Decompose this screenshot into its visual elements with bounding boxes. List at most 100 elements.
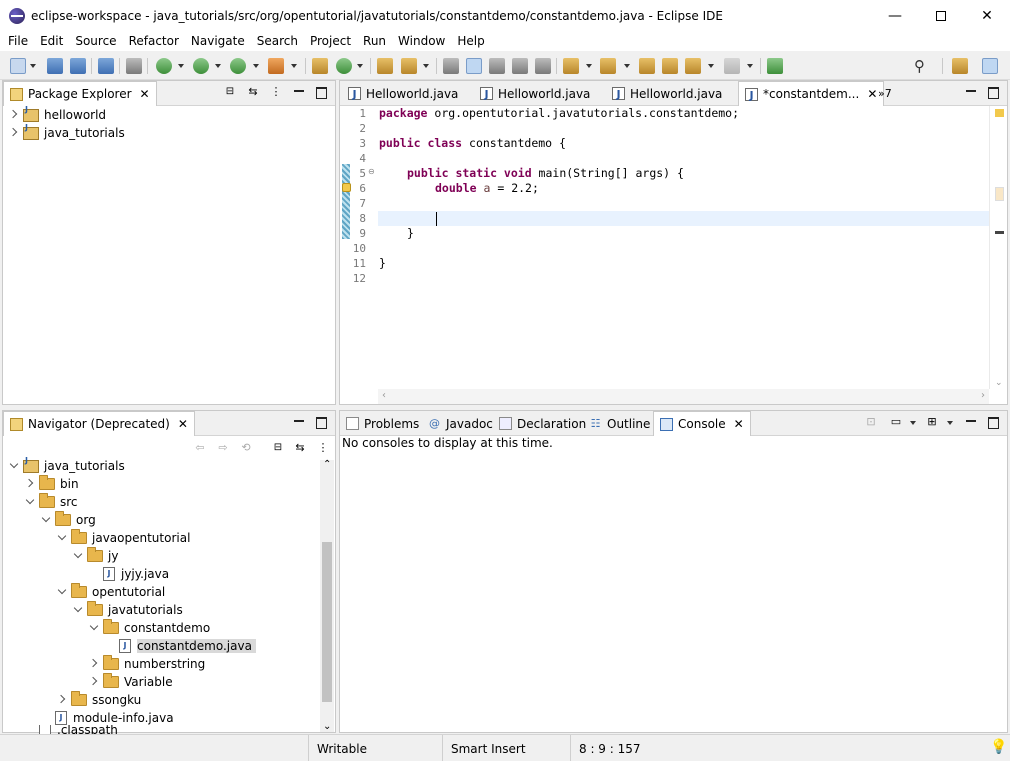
vertical-scrollbar[interactable]: ⌃ ⌄: [320, 459, 334, 732]
tab-helloworld-3[interactable]: J Helloworld.java: [606, 81, 728, 106]
tree-item[interactable]: javatutorials: [73, 601, 183, 619]
display-console-dropdown-icon[interactable]: [910, 421, 916, 425]
save-all-icon[interactable]: [70, 58, 86, 74]
scroll-right-icon[interactable]: ›: [981, 390, 985, 401]
search-tool-dropdown-icon[interactable]: [423, 64, 429, 68]
previous-annotation-icon[interactable]: [600, 58, 616, 74]
tree-item-java-tutorials[interactable]: java_tutorials: [9, 123, 125, 142]
forward-dropdown-icon[interactable]: [747, 64, 753, 68]
occurrence-marker[interactable]: [995, 187, 1004, 201]
run-dropdown-icon[interactable]: [215, 64, 221, 68]
maximize-view-icon[interactable]: [986, 415, 1000, 429]
new-package-icon[interactable]: [312, 58, 328, 74]
chevron-right-icon[interactable]: [57, 695, 67, 705]
chevron-down-icon[interactable]: [25, 497, 35, 507]
menu-search[interactable]: Search: [251, 34, 304, 48]
tab-problems[interactable]: Problems: [340, 411, 425, 436]
scroll-left-icon[interactable]: ‹: [382, 390, 386, 401]
chevron-down-icon[interactable]: [57, 587, 67, 597]
tree-item[interactable]: .classpath: [25, 725, 118, 734]
minimize-button[interactable]: —: [872, 0, 918, 31]
pin-console-icon[interactable]: ⊡: [864, 415, 878, 429]
search-icon[interactable]: ⚲: [914, 58, 925, 74]
open-type-icon[interactable]: [377, 58, 393, 74]
scroll-down-icon[interactable]: ⌄: [995, 378, 1003, 388]
previous-annotation-dropdown-icon[interactable]: [624, 64, 630, 68]
run-icon[interactable]: [193, 58, 209, 74]
collapse-all-icon[interactable]: ⊟: [223, 85, 237, 99]
maximize-button[interactable]: [918, 0, 964, 31]
link-editor-icon[interactable]: ⇆: [293, 441, 307, 455]
chevron-right-icon[interactable]: [89, 677, 99, 687]
code-line[interactable]: public class constantdemo {: [379, 136, 566, 151]
new-class-icon[interactable]: [336, 58, 352, 74]
menu-help[interactable]: Help: [451, 34, 490, 48]
tree-item[interactable]: constantdemo: [89, 619, 210, 637]
forward-icon[interactable]: [724, 58, 740, 74]
close-icon[interactable]: ✕: [140, 87, 150, 101]
coverage-icon[interactable]: [230, 58, 246, 74]
pin-editor-icon[interactable]: [767, 58, 783, 74]
maximize-view-icon[interactable]: [314, 415, 328, 429]
forward-edit-icon[interactable]: [662, 58, 678, 74]
menu-file[interactable]: File: [2, 34, 34, 48]
block-selection-icon[interactable]: [512, 58, 528, 74]
minimize-view-icon[interactable]: [292, 415, 306, 429]
code-line[interactable]: }: [379, 256, 386, 271]
chevron-right-icon[interactable]: [25, 479, 35, 489]
tree-item[interactable]: jy: [73, 547, 118, 565]
menu-navigate[interactable]: Navigate: [185, 34, 251, 48]
up-icon[interactable]: ⟲: [239, 441, 253, 455]
warning-marker-icon[interactable]: [995, 109, 1004, 117]
menu-edit[interactable]: Edit: [34, 34, 69, 48]
close-icon[interactable]: ✕: [734, 417, 744, 431]
skip-breakpoints-icon[interactable]: [126, 58, 142, 74]
tree-item[interactable]: ssongku: [57, 691, 141, 709]
toggle-annotation-icon[interactable]: [443, 58, 459, 74]
tree-item[interactable]: opentutorial: [57, 583, 165, 601]
code-line[interactable]: package org.opentutorial.javatutorials.c…: [379, 106, 739, 121]
tab-helloworld-2[interactable]: J Helloworld.java: [474, 81, 596, 106]
tree-item[interactable]: org: [41, 511, 96, 529]
display-console-icon[interactable]: ▭: [889, 415, 903, 429]
chevron-right-icon[interactable]: [9, 128, 19, 138]
scroll-down-icon[interactable]: ⌄: [323, 721, 331, 732]
menu-window[interactable]: Window: [392, 34, 451, 48]
tree-item[interactable]: numberstring: [89, 655, 205, 673]
tree-item[interactable]: Variable: [89, 673, 173, 691]
coverage-dropdown-icon[interactable]: [253, 64, 259, 68]
tab-overflow[interactable]: »7: [872, 81, 898, 106]
terminal-icon[interactable]: [98, 58, 114, 74]
last-edit-icon[interactable]: [639, 58, 655, 74]
maximize-view-icon[interactable]: [314, 85, 328, 99]
tab-constantdemo[interactable]: J *constantdem... ✕: [738, 81, 885, 106]
java-perspective-icon[interactable]: [982, 58, 998, 74]
debug-icon[interactable]: [156, 58, 172, 74]
tab-package-explorer[interactable]: Package Explorer ✕: [3, 81, 157, 106]
scroll-up-icon[interactable]: ⌃: [323, 459, 331, 470]
tree-item[interactable]: java_tutorials: [9, 456, 125, 475]
chevron-down-icon[interactable]: [89, 623, 99, 633]
horizontal-scrollbar[interactable]: ‹ ›: [378, 389, 989, 404]
overview-ruler[interactable]: ⌄: [989, 106, 1007, 389]
maximize-view-icon[interactable]: [986, 85, 1000, 99]
chevron-down-icon[interactable]: [41, 515, 51, 525]
back-dropdown-icon[interactable]: [708, 64, 714, 68]
tree-item[interactable]: javaopentutorial: [57, 529, 190, 547]
minimize-view-icon[interactable]: [292, 85, 306, 99]
tab-helloworld-1[interactable]: J Helloworld.java: [342, 81, 464, 106]
tree-item[interactable]: bin: [25, 475, 79, 493]
new-class-dropdown-icon[interactable]: [357, 64, 363, 68]
status-insert-mode[interactable]: Smart Insert: [442, 735, 570, 761]
link-editor-icon[interactable]: ⇆: [246, 85, 260, 99]
minimize-view-icon[interactable]: [964, 415, 978, 429]
close-icon[interactable]: ✕: [178, 417, 188, 431]
tree-item[interactable]: Jjyjy.java: [89, 565, 169, 583]
menu-source[interactable]: Source: [69, 34, 122, 48]
chevron-down-icon[interactable]: [57, 533, 67, 543]
chevron-down-icon[interactable]: [73, 551, 83, 561]
external-tools-icon[interactable]: [268, 58, 284, 74]
menu-refactor[interactable]: Refactor: [123, 34, 185, 48]
open-console-dropdown-icon[interactable]: [947, 421, 953, 425]
external-tools-dropdown-icon[interactable]: [291, 64, 297, 68]
